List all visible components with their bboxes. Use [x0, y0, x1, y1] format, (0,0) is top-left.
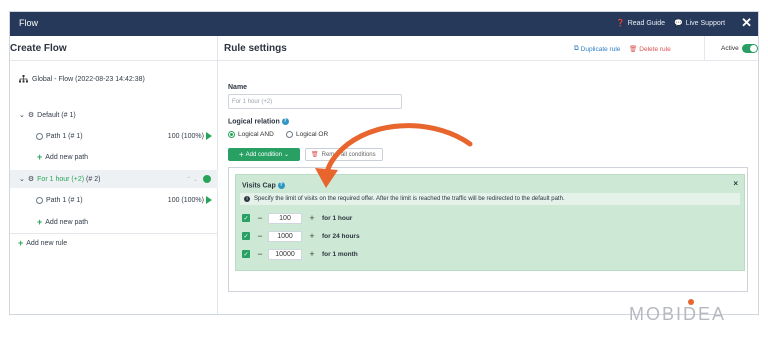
path-radio[interactable] [36, 196, 43, 204]
decrement-button[interactable]: − [256, 231, 264, 241]
path-label: Path 1 (# 1) [46, 196, 83, 204]
live-support-link[interactable]: 💬 Live Support [674, 19, 726, 28]
add-rule-label: Add new rule [26, 239, 68, 247]
read-guide-link[interactable]: ❓ Read Guide [616, 19, 666, 28]
plus-icon: + [37, 152, 43, 162]
name-input-placeholder: For 1 hour (+2) [232, 98, 273, 105]
help-icon: ? [277, 182, 285, 189]
decrement-button[interactable]: − [256, 249, 264, 259]
plus-icon: + [37, 217, 43, 227]
rule-default-row[interactable]: ⌄ ⚙ Default (# 1) [10, 106, 218, 124]
create-flow-panel: Create Flow Global - Flow (2022-08-23 14… [10, 36, 218, 314]
remove-condition-button[interactable]: × [733, 179, 738, 188]
annotation-arrow [315, 123, 473, 188]
duplicate-rule-label: Duplicate rule [580, 45, 621, 53]
window-title: Flow [19, 18, 39, 28]
checkbox-checked[interactable]: ✓ [242, 250, 250, 258]
rule-for-1-hour-row[interactable]: ⌄ ⚙ For 1 hour (+2) (# 2) ⌃ ⌄ [10, 170, 218, 188]
global-flow-row[interactable]: Global - Flow (2022-08-23 14:42:38) [10, 70, 218, 88]
logical-and-option[interactable]: Logical AND [228, 131, 274, 138]
checkbox-checked[interactable]: ✓ [242, 214, 250, 222]
mobidea-logo: MOBIDEA [629, 304, 727, 324]
add-rule-link[interactable]: + Add new rule [10, 234, 218, 252]
path-row[interactable]: Path 1 (# 1) 100 (100%) [10, 191, 218, 209]
rule-default-label: Default (# 1) [37, 111, 76, 119]
title-bar: Flow ❓ Read Guide 💬 Live Support ✕ [10, 12, 758, 36]
info-icon: i [244, 196, 250, 202]
duplicate-rule-button[interactable]: ⧉ Duplicate rule [574, 45, 620, 53]
rule-settings-panel: Rule settings ⧉ Duplicate rule 🗑 Delete … [218, 36, 758, 314]
play-circle-icon[interactable] [203, 175, 211, 183]
copy-icon: ⧉ [574, 45, 579, 52]
cap-row: ✓ − 10000 + for 1 month [242, 248, 358, 260]
trash-icon: 🗑 [629, 46, 638, 53]
rule-id: (# 2) [86, 175, 101, 183]
close-icon: ✕ [741, 15, 752, 30]
path-label: Path 1 (# 1) [46, 132, 83, 140]
logical-and-label: Logical AND [238, 131, 274, 138]
delete-rule-label: Delete rule [639, 45, 671, 53]
rule-settings-title: Rule settings [224, 43, 287, 54]
visits-cap-title-text: Visits Cap [242, 182, 276, 190]
cap-period: for 24 hours [322, 232, 360, 240]
increment-button[interactable]: + [308, 249, 316, 259]
path-percent: 100 (100%) [167, 132, 204, 140]
plus-icon: + [18, 238, 24, 248]
global-flow-label: Global - Flow (2022-08-23 14:42:38) [32, 75, 145, 83]
plus-icon: + [238, 150, 244, 159]
logical-relation-text: Logical relation [228, 118, 280, 126]
add-path-label: Add new path [45, 153, 89, 161]
play-icon[interactable] [206, 196, 212, 204]
path-radio[interactable] [36, 132, 43, 140]
create-flow-title: Create Flow [10, 43, 67, 54]
close-window-button[interactable]: ✕ [741, 15, 752, 31]
delete-rule-button[interactable]: 🗑 Delete rule [629, 45, 671, 54]
close-icon: × [733, 179, 738, 188]
path-percent: 100 (100%) [167, 196, 204, 204]
gear-icon: ⚙ [27, 112, 35, 119]
sitemap-icon [19, 75, 28, 83]
visits-cap-title: Visits Cap ? [242, 182, 285, 189]
add-path-link[interactable]: + Add new path [10, 213, 218, 231]
checkbox-checked[interactable]: ✓ [242, 232, 250, 240]
decrement-button[interactable]: − [256, 213, 264, 223]
cap-value-input[interactable]: 10000 [268, 248, 302, 260]
path-row[interactable]: Path 1 (# 1) 100 (100%) [10, 127, 218, 145]
header-divider [704, 36, 705, 61]
live-support-label: Live Support [685, 19, 726, 27]
chat-icon: 💬 [674, 20, 683, 27]
reorder-arrows-icon[interactable]: ⌃ ⌄ [186, 176, 198, 183]
logical-relation-label: Logical relation ? [228, 118, 289, 125]
name-label: Name [228, 84, 248, 91]
add-condition-label: Add condition [245, 151, 282, 158]
chevron-down-icon: ⌄ [19, 176, 25, 183]
chevron-down-icon: ⌄ [19, 112, 25, 119]
play-icon[interactable] [206, 132, 212, 140]
rule-for-1-hour-label: For 1 hour (+2) [37, 175, 85, 183]
rule-settings-header: Rule settings ⧉ Duplicate rule 🗑 Delete … [218, 36, 758, 61]
logo-dot [688, 299, 694, 305]
radio-selected[interactable] [228, 131, 235, 138]
cap-row: ✓ − 1000 + for 24 hours [242, 230, 360, 242]
active-label: Active [721, 45, 739, 52]
flow-window: Flow ❓ Read Guide 💬 Live Support ✕ Creat… [9, 11, 759, 315]
gear-icon: ⚙ [27, 176, 35, 183]
create-flow-header: Create Flow [10, 36, 217, 61]
cap-value-input[interactable]: 1000 [268, 230, 302, 242]
cap-period: for 1 month [322, 250, 358, 258]
active-toggle[interactable] [742, 44, 758, 53]
help-circle-icon: ❓ [616, 20, 625, 27]
add-path-label: Add new path [45, 218, 89, 226]
read-guide-label: Read Guide [627, 19, 666, 27]
increment-button[interactable]: + [308, 231, 316, 241]
add-path-link[interactable]: + Add new path [10, 148, 218, 166]
